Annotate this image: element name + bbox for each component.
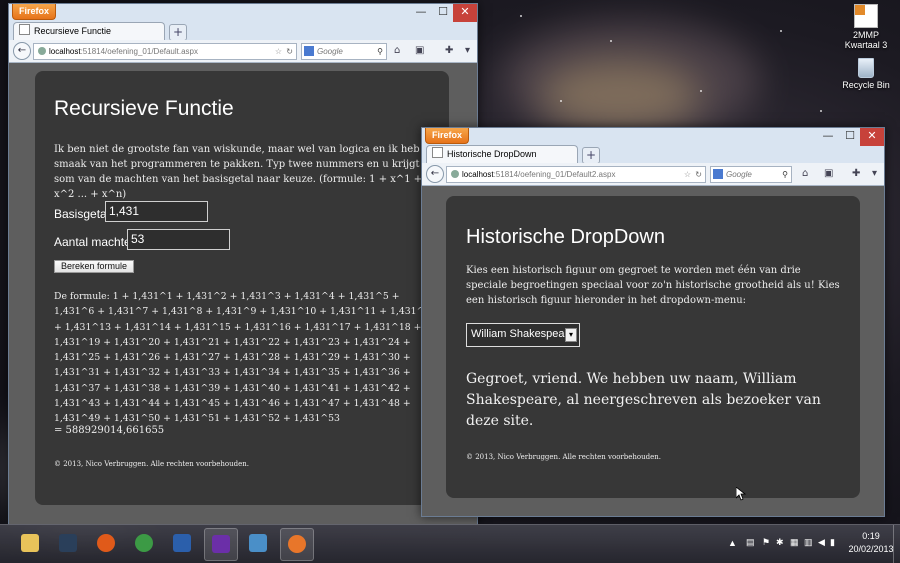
globe-icon [451,170,459,178]
search-input[interactable]: Google ⚲ [301,43,387,60]
page-title: Historische DropDown [466,226,665,248]
file-explorer-icon [21,534,39,552]
firefox-menu-button[interactable]: Firefox [425,128,470,144]
intro-text: Kies een historisch figuur om gegroet te… [466,265,840,306]
tab-recursieve-functie[interactable]: Recursieve Functie [13,22,165,41]
close-button[interactable]: ✕ [860,128,884,146]
volume-icon[interactable]: ◀ [818,537,825,548]
bluetooth-icon[interactable]: ✱ [776,537,784,548]
taskbar-app-button[interactable] [14,528,46,559]
recycle-bin-icon [858,58,874,78]
base-input[interactable]: 1,431 [105,201,208,222]
taskbar-app-button[interactable] [242,528,274,559]
new-tab-button[interactable]: + [582,147,600,164]
page-panel: Recursieve Functie Ik ben niet de groots… [35,71,449,505]
addon-icon[interactable]: ✚ [445,44,453,58]
tab-title: Recursieve Functie [34,26,112,36]
calculate-button[interactable]: Bereken formule [54,260,135,273]
chevron-down-icon: ▾ [565,328,577,342]
close-button[interactable]: ✕ [453,4,477,22]
historical-figure-dropdown[interactable]: William Shakespeare ▾ [466,323,580,347]
page-panel: Historische DropDown Kies een historisch… [446,196,860,498]
footer-text: © 2013, Nico Verbruggen. Alle rechten vo… [54,460,249,468]
globe-icon [38,47,46,55]
remote-desktop-icon [249,534,267,552]
show-desktop-button[interactable] [893,525,900,563]
page-favicon-icon [19,24,30,35]
taskbar-app-button[interactable] [52,528,84,559]
base-label: Basisgetal: [54,207,113,221]
result-text: = 588929014,661655 [54,425,165,436]
browser-window-recursieve: Firefox — ☐ ✕ Recursieve Functie + ← loc… [8,3,478,525]
maximize-button[interactable]: ☐ [433,4,453,22]
taskbar-app-button[interactable] [128,528,160,559]
minimize-button[interactable]: — [411,4,431,22]
search-icon[interactable]: ⚲ [782,167,788,182]
home-icon[interactable]: ⌂ [394,44,400,58]
chrome-icon [135,534,153,552]
system-tray: ▲ ▤ ⚑ ✱ ▦ ▥ ◀ ▮ 0:19 20/02/2013 [722,525,900,563]
desktop-icon-label: Kwartaal 3 [844,40,888,50]
reload-icon[interactable]: ↻ [695,167,702,182]
page-title: Recursieve Functie [54,97,234,120]
addon-icon[interactable]: ✚ [852,167,860,181]
clock-time: 0:19 [862,531,880,541]
back-button[interactable]: ← [426,165,444,183]
selected-figure: William Shakespeare [471,328,575,340]
desktop-icon-label: 2MMP [852,30,879,40]
maximize-button[interactable]: ☐ [840,128,860,146]
desktop-icon-recycle-bin[interactable]: Recycle Bin [834,58,898,90]
bookmarks-icon[interactable]: ▣ [824,167,833,181]
clock[interactable]: 0:19 20/02/2013 [848,531,894,554]
star-icon[interactable]: ☆ [275,44,282,59]
formula-text: De formule: 1 + 1,431^1 + 1,431^2 + 1,43… [54,291,437,425]
display-icon[interactable]: ▥ [804,537,813,548]
word-icon [173,534,191,552]
network-icon[interactable]: ▤ [746,537,755,548]
action-center-icon[interactable]: ⚑ [762,537,770,548]
new-tab-button[interactable]: + [169,24,187,41]
taskbar-app-button[interactable] [204,528,238,561]
back-button[interactable]: ← [13,42,31,60]
tab-title: Historische DropDown [447,149,537,159]
taskbar-app-button[interactable] [280,528,314,561]
firefox-menu-button[interactable]: Firefox [12,4,57,20]
menu-icon[interactable]: ▾ [465,44,470,58]
desktop-icon-2mmp[interactable]: 2MMP Kwartaal 3 [834,4,898,50]
menu-icon[interactable]: ▾ [872,167,877,181]
search-input[interactable]: Google ⚲ [710,166,792,183]
reload-icon[interactable]: ↻ [286,44,293,59]
url-bar[interactable]: localhost:51814/oefening_01/Default.aspx… [33,43,297,60]
intro-text: Ik ben niet de grootste fan van wiskunde… [54,144,436,200]
url-bar[interactable]: localhost:51814/oefening_01/Default2.asp… [446,166,706,183]
browser-window-dropdown: Firefox — ☐ ✕ Historische DropDown + ← l… [421,127,885,517]
taskbar-app-button[interactable] [90,528,122,559]
power-icon[interactable]: ▮ [830,537,835,548]
tray-expand-icon[interactable]: ▲ [728,538,737,548]
footer-text: © 2013, Nico Verbruggen. Alle rechten vo… [466,453,661,461]
mouse-cursor-icon [736,487,746,501]
power-input[interactable]: 53 [127,229,230,250]
google-icon [713,169,723,179]
taskbar: ▲ ▤ ⚑ ✱ ▦ ▥ ◀ ▮ 0:19 20/02/2013 [0,524,900,563]
search-icon[interactable]: ⚲ [377,44,383,59]
minimize-button[interactable]: — [818,128,838,146]
page-favicon-icon [432,147,443,158]
firefox-icon [288,535,306,553]
google-icon [304,46,314,56]
greeting-text: Gegroet, vriend. We hebben uw naam, Will… [466,371,821,429]
tab-historische-dropdown[interactable]: Historische DropDown [426,145,578,164]
taskbar-app-button[interactable] [166,528,198,559]
keyboard-icon[interactable]: ▦ [790,537,799,548]
star-icon[interactable]: ☆ [684,167,691,182]
desktop-icon-label: Recycle Bin [842,80,890,90]
home-icon[interactable]: ⌂ [802,167,808,181]
file-icon [854,4,878,28]
visual-studio-icon [212,535,230,553]
clock-date: 20/02/2013 [848,544,894,554]
steam-icon [59,534,77,552]
media-player-icon [97,534,115,552]
bookmarks-icon[interactable]: ▣ [415,44,424,58]
